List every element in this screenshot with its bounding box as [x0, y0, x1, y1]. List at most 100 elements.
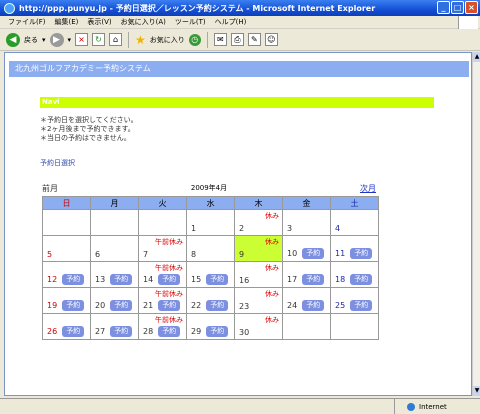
reserve-button[interactable]: 予約 [62, 300, 85, 311]
reserve-button[interactable]: 予約 [302, 300, 325, 311]
reserve-button[interactable]: 予約 [110, 326, 133, 337]
calendar-day-cell[interactable]: 12 予約 [42, 261, 91, 288]
reserve-button[interactable]: 予約 [158, 300, 181, 311]
back-label[interactable]: 戻る [24, 35, 38, 45]
calendar-day-cell[interactable]: 17 予約 [282, 261, 331, 288]
windows-flag-icon [458, 16, 478, 29]
calendar-day-cell[interactable]: 19 予約 [42, 287, 91, 314]
print-icon[interactable]: ⎙ [230, 33, 244, 46]
day-number: 6 [95, 250, 101, 259]
calendar-day-cell[interactable]: 26 予約 [42, 313, 91, 340]
reserve-button[interactable]: 予約 [206, 326, 229, 337]
calendar-day-cell[interactable]: 18 予約 [330, 261, 379, 288]
favorites-label[interactable]: お気に入り [150, 35, 185, 45]
reserve-button[interactable]: 予約 [110, 300, 133, 311]
calendar-day-cell[interactable]: 10 予約 [282, 235, 331, 262]
history-icon[interactable]: ◷ [188, 33, 201, 46]
reserve-button[interactable]: 予約 [206, 274, 229, 285]
calendar-day-cell[interactable]: 13 予約 [90, 261, 139, 288]
calendar-table: 日 月 火 水 木 金 土 1 休み 2 3 4 5 6 午前休み 7 8 休み 9 10 予約 11 予約 1… [42, 196, 379, 340]
calendar-day-cell [90, 209, 139, 236]
menu-help[interactable]: ヘルプ(H) [215, 17, 247, 27]
calendar-week-row: 5 6 午前休み 7 8 休み 9 10 予約 11 予約 [42, 235, 379, 262]
calendar-day-cell[interactable]: 11 予約 [330, 235, 379, 262]
window-title: http://ppp.punyu.jp - 予約日選択／レッスン予約システム -… [19, 3, 376, 13]
calendar-day-cell[interactable]: 20 予約 [90, 287, 139, 314]
reserve-button[interactable]: 予約 [158, 326, 181, 337]
day-number: 29 [191, 327, 202, 336]
calendar-day-cell [330, 313, 379, 340]
calendar-day-cell[interactable]: 午前休み 28 予約 [138, 313, 187, 340]
minimize-icon[interactable]: _ [437, 1, 450, 14]
messenger-icon[interactable]: ☺ [264, 33, 278, 46]
dropdown-icon[interactable]: ▾ [68, 36, 72, 44]
day-status-note: 休み [265, 238, 279, 246]
day-number: 9 [239, 250, 245, 259]
favorites-icon[interactable]: ★ [135, 33, 146, 47]
home-icon[interactable]: ⌂ [109, 33, 123, 46]
calendar-week-row: 12 予約 13 予約 午前休み 14 予約 15 予約 休み 16 17 予約 18 予約 [42, 261, 379, 288]
day-status-note: 午前休み [155, 264, 183, 272]
day-status-note: 休み [265, 264, 279, 272]
day-number: 2 [239, 224, 245, 233]
calendar-day-cell: 休み 16 [234, 261, 283, 288]
calendar-day-cell: 3 [282, 209, 331, 236]
weekday-header-row: 日 月 火 水 木 金 土 [42, 196, 379, 210]
reserve-button[interactable]: 予約 [62, 274, 85, 285]
refresh-icon[interactable]: ↻ [92, 33, 106, 46]
calendar-day-cell[interactable]: 15 予約 [186, 261, 235, 288]
close-icon[interactable]: × [465, 1, 478, 14]
maximize-icon[interactable]: □ [451, 1, 464, 14]
edit-icon[interactable]: ✎ [247, 33, 261, 46]
menu-favorites[interactable]: お気に入り(A) [121, 17, 166, 27]
toolbar-separator [128, 31, 130, 48]
menu-tools[interactable]: ツール(T) [175, 17, 206, 27]
menu-view[interactable]: 表示(V) [87, 17, 111, 27]
reserve-button[interactable]: 予約 [158, 274, 181, 285]
page-viewport: 北九州ゴルフアカデミー予約システム Navi ＊予約日を選択してください。 ＊2… [4, 52, 472, 396]
calendar-day-cell[interactable]: 24 予約 [282, 287, 331, 314]
reserve-button[interactable]: 予約 [302, 248, 325, 259]
calendar-day-cell[interactable]: 27 予約 [90, 313, 139, 340]
reserve-button[interactable]: 予約 [110, 274, 133, 285]
scroll-down-icon[interactable]: ▼ [473, 386, 480, 396]
reserve-button[interactable]: 予約 [302, 274, 325, 285]
reserve-button[interactable]: 予約 [350, 248, 373, 259]
dropdown-icon[interactable]: ▾ [42, 36, 46, 44]
calendar-week-row: 26 予約 27 予約 午前休み 28 予約 29 予約 休み 30 [42, 313, 379, 340]
calendar-day-cell[interactable]: 午前休み 14 予約 [138, 261, 187, 288]
day-number: 1 [191, 224, 197, 233]
day-status-note: 休み [265, 212, 279, 220]
back-icon[interactable]: ◀ [6, 32, 20, 47]
next-month-link[interactable]: 次月 [360, 183, 376, 194]
weekday-sun: 日 [42, 196, 91, 210]
stop-icon[interactable]: × [75, 33, 89, 46]
forward-icon[interactable]: ▶ [49, 32, 64, 47]
day-number: 10 [287, 249, 298, 258]
menu-edit[interactable]: 編集(E) [55, 17, 79, 27]
calendar-day-cell: 8 [186, 235, 235, 262]
reserve-button[interactable]: 予約 [350, 274, 373, 285]
day-status-note: 午前休み [155, 316, 183, 324]
calendar-day-cell[interactable]: 25 予約 [330, 287, 379, 314]
menu-file[interactable]: ファイル(F) [8, 17, 46, 27]
weekday-wed: 水 [186, 196, 235, 210]
reserve-button[interactable]: 予約 [350, 300, 373, 311]
calendar-day-cell [138, 209, 187, 236]
calendar-day-cell[interactable]: 午前休み 21 予約 [138, 287, 187, 314]
calendar-day-cell[interactable]: 29 予約 [186, 313, 235, 340]
mail-icon[interactable]: ✉ [213, 33, 227, 46]
calendar-month: 2009年4月 [190, 184, 228, 192]
day-number: 19 [47, 301, 58, 310]
calendar-week-row: 19 予約 20 予約 午前休み 21 予約 22 予約 休み 23 24 予約 25 予約 [42, 287, 379, 314]
vertical-scrollbar[interactable]: ▲ ▼ [472, 52, 480, 396]
reserve-button[interactable]: 予約 [206, 300, 229, 311]
reserve-button[interactable]: 予約 [62, 326, 85, 337]
scroll-up-icon[interactable]: ▲ [473, 52, 480, 62]
day-number: 26 [47, 327, 58, 336]
weekday-sat: 土 [330, 196, 379, 210]
day-number: 23 [239, 302, 250, 311]
day-number: 22 [191, 301, 202, 310]
calendar-day-cell[interactable]: 22 予約 [186, 287, 235, 314]
calendar-day-cell: 4 [330, 209, 379, 236]
